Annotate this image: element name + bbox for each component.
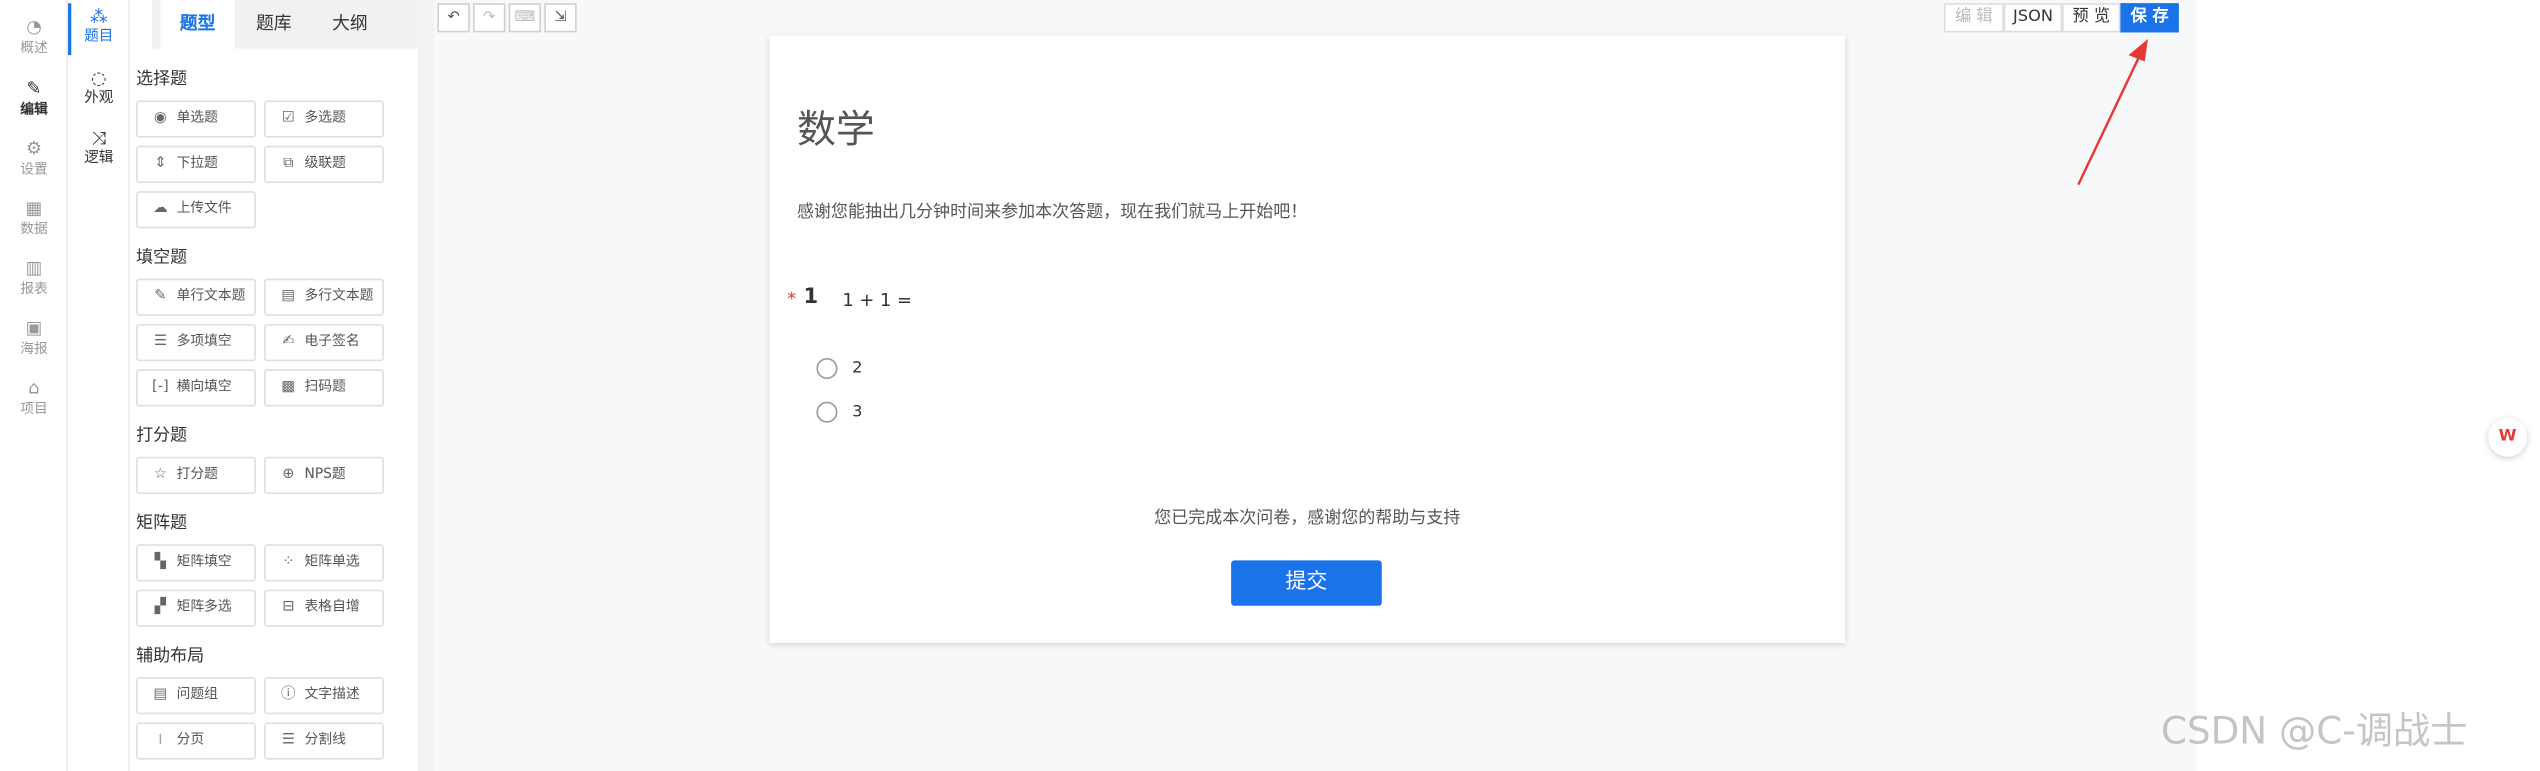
annotation-arrow-icon [2077,38,2148,186]
scaled-layout: ◔ 概述 ✎ 编辑 ⚙ 设置 ▦ 数据 ▥ 报表 ▣ 海报 ⌂ 项目 ⁂ 题目 … [0,0,2540,771]
app-root: ◔ 概述 ✎ 编辑 ⚙ 设置 ▦ 数据 ▥ 报表 ▣ 海报 ⌂ 项目 ⁂ 题目 … [0,0,2540,771]
